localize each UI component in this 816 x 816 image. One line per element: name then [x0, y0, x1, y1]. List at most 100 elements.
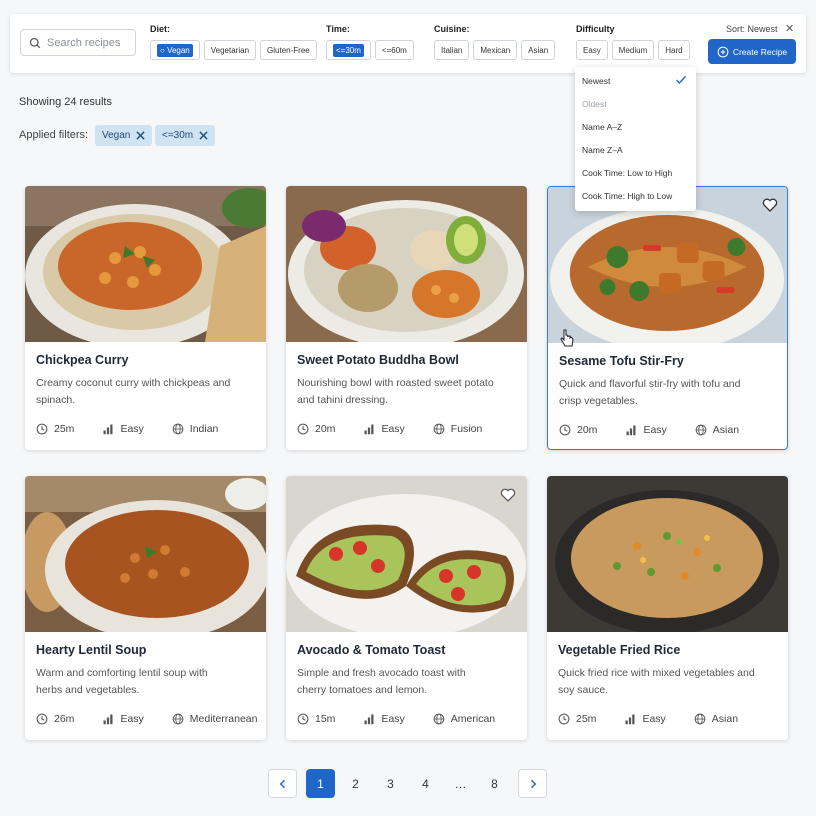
recipe-time: 20m: [577, 424, 598, 436]
recipe-difficulty: Easy: [381, 713, 405, 725]
difficulty-bars-icon: [364, 714, 374, 725]
diet-option-vegan[interactable]: ○ Vegan: [150, 40, 200, 60]
globe-icon: [172, 713, 184, 725]
diet-option-gluten-free[interactable]: Gluten-Free: [260, 40, 317, 60]
cuisine-option-italian[interactable]: Italian: [434, 40, 470, 60]
check-icon: [676, 75, 687, 84]
chevron-right-icon: [530, 779, 536, 788]
recipe-title[interactable]: Hearty Lentil Soup: [36, 643, 146, 657]
recipe-description: Nourishing bowl with roasted sweet potat…: [297, 377, 494, 406]
recipe-photo: [25, 476, 266, 632]
filter-toolbar: Search recipes Diet: ○ Vegan Vegetarian …: [10, 14, 806, 73]
clock-icon: [297, 713, 309, 725]
cuisine-label: Cuisine:: [434, 24, 470, 34]
search-icon: [29, 37, 41, 48]
recipe-difficulty: Easy: [120, 423, 144, 435]
next-page-button[interactable]: [518, 769, 547, 798]
recipe-description: Simple and fresh avocado toast with cher…: [297, 667, 466, 696]
sort-option-time-desc[interactable]: Cook Time: High to Low: [582, 191, 672, 201]
recipe-description: Quick and flavorful stir-fry with tofu a…: [559, 378, 741, 407]
difficulty-option-hard[interactable]: Hard: [658, 40, 690, 60]
chevron-left-icon: [279, 779, 285, 788]
recipe-title[interactable]: Sesame Tofu Stir-Fry: [559, 354, 684, 368]
recipe-cuisine: Mediterranean: [189, 713, 258, 725]
recipe-description: Creamy coconut curry with chickpeas and …: [36, 377, 231, 406]
recipe-photo: [25, 186, 266, 342]
applied-filter-chip[interactable]: Vegan: [95, 125, 153, 146]
sort-selector[interactable]: Sort: Newest: [726, 24, 778, 34]
difficulty-option-medium[interactable]: Medium: [611, 40, 655, 60]
sort-option-name-az[interactable]: Name A–Z: [582, 122, 622, 132]
remove-filter-icon[interactable]: [199, 131, 208, 140]
remove-filter-icon[interactable]: [136, 131, 145, 140]
recipe-title[interactable]: Chickpea Curry: [36, 353, 128, 367]
recipe-card[interactable]: Chickpea Curry Creamy coconut curry with…: [25, 186, 266, 450]
recipe-difficulty: Easy: [120, 713, 144, 725]
clock-icon: [36, 713, 48, 725]
page-ellipsis: …: [454, 776, 467, 791]
clock-icon: [36, 423, 48, 435]
page-number-8[interactable]: 8: [480, 769, 509, 798]
search-input[interactable]: Search recipes: [20, 29, 136, 56]
time-option-60m[interactable]: <=60m: [374, 40, 414, 60]
diet-label: Diet:: [150, 24, 170, 34]
recipe-photo: [286, 186, 527, 342]
difficulty-option-easy[interactable]: Easy: [576, 40, 608, 60]
globe-icon: [694, 713, 706, 725]
time-label: Time:: [326, 24, 350, 34]
applied-filters-label: Applied filters:: [19, 129, 89, 141]
recipe-cuisine: Fusion: [450, 423, 483, 435]
recipe-photo: [547, 476, 788, 632]
page-number-2[interactable]: 2: [341, 769, 370, 798]
results-count: Showing 24 results: [19, 96, 112, 108]
time-option-30m[interactable]: <=30m: [326, 40, 371, 60]
sort-option-oldest[interactable]: Oldest: [582, 99, 607, 109]
sort-option-name-za[interactable]: Name Z–A: [582, 145, 623, 155]
recipe-title[interactable]: Vegetable Fried Rice: [558, 643, 680, 657]
recipe-difficulty: Easy: [643, 424, 667, 436]
plus-circle-icon: [717, 46, 729, 57]
diet-option-vegetarian[interactable]: Vegetarian: [203, 40, 257, 60]
difficulty-bars-icon: [103, 714, 113, 725]
sort-option-newest[interactable]: Newest: [582, 76, 610, 86]
difficulty-bars-icon: [626, 425, 636, 436]
favorite-heart-icon[interactable]: [500, 487, 516, 503]
recipe-card[interactable]: Sweet Potato Buddha Bowl Nourishing bowl…: [286, 186, 527, 450]
sort-option-time-asc[interactable]: Cook Time: Low to High: [582, 168, 672, 178]
recipe-difficulty: Easy: [642, 713, 666, 725]
prev-page-button[interactable]: [268, 769, 297, 798]
page-number-3[interactable]: 3: [376, 769, 405, 798]
globe-icon: [172, 423, 184, 435]
favorite-heart-icon[interactable]: [762, 197, 778, 213]
difficulty-bars-icon: [364, 424, 374, 435]
recipe-description: Quick fried rice with mixed vegetables a…: [558, 667, 755, 696]
cuisine-option-asian[interactable]: Asian: [521, 40, 556, 60]
cuisine-option-mexican[interactable]: Mexican: [473, 40, 518, 60]
difficulty-bars-icon: [625, 714, 635, 725]
recipe-card[interactable]: Hearty Lentil Soup Warm and comforting l…: [25, 476, 266, 740]
recipe-difficulty: Easy: [381, 423, 405, 435]
difficulty-label: Difficulty: [576, 24, 615, 34]
globe-icon: [433, 713, 445, 725]
recipe-time: 20m: [315, 423, 336, 435]
clock-icon: [297, 423, 309, 435]
create-recipe-button[interactable]: Create Recipe: [708, 39, 796, 64]
search-placeholder: Search recipes: [47, 36, 121, 49]
recipe-time: 15m: [315, 713, 336, 725]
page-number-1[interactable]: 1: [306, 769, 335, 798]
recipe-cuisine: Indian: [189, 423, 219, 435]
recipe-card[interactable]: Vegetable Fried Rice Quick fried rice wi…: [547, 476, 788, 740]
recipe-cuisine: Asian: [712, 424, 740, 436]
close-icon[interactable]: ✕: [785, 22, 794, 35]
recipe-cuisine: Asian: [711, 713, 739, 725]
hand-cursor-icon: [560, 329, 574, 347]
recipe-card[interactable]: Sesame Tofu Stir-Fry Quick and flavorful…: [547, 186, 788, 450]
globe-icon: [433, 423, 445, 435]
applied-filter-chip[interactable]: <=30m: [155, 125, 216, 146]
recipe-title[interactable]: Sweet Potato Buddha Bowl: [297, 353, 459, 367]
recipe-cuisine: American: [450, 713, 496, 725]
recipe-time: 25m: [576, 713, 597, 725]
recipe-card[interactable]: Avocado & Tomato Toast Simple and fresh …: [286, 476, 527, 740]
page-number-4[interactable]: 4: [411, 769, 440, 798]
recipe-title[interactable]: Avocado & Tomato Toast: [297, 643, 445, 657]
